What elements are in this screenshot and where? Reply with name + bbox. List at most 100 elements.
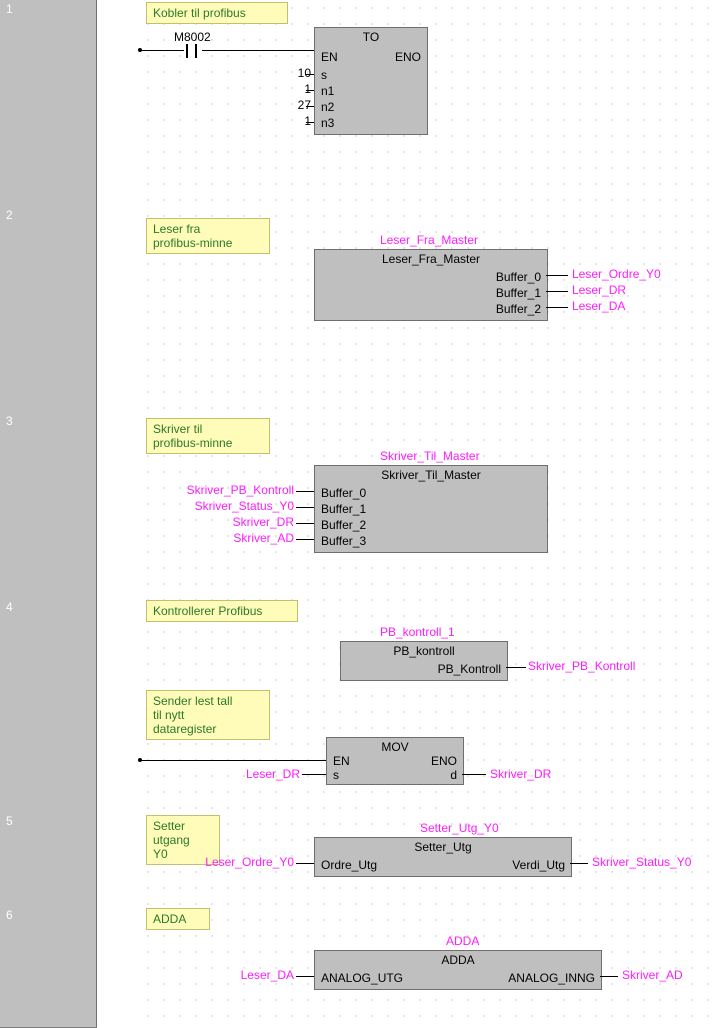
pin-s2: s bbox=[333, 768, 339, 782]
pin-buffer1: Buffer_1 bbox=[496, 286, 541, 300]
pin-en: EN bbox=[321, 50, 338, 64]
pin-b0: Buffer_0 bbox=[321, 486, 366, 500]
pin-b1: Buffer_1 bbox=[321, 502, 366, 516]
rail-2 bbox=[96, 206, 141, 412]
wire bbox=[296, 976, 314, 977]
block-r3-type: Skriver_Til_Master bbox=[315, 466, 547, 485]
link-skriver-status-y0: Skriver_Status_Y0 bbox=[178, 499, 294, 513]
val-n1: 1 bbox=[293, 82, 311, 96]
pin-analog-utg: ANALOG_UTG bbox=[321, 971, 403, 985]
instance-r4a: PB_kontroll_1 bbox=[380, 625, 455, 639]
wire bbox=[306, 106, 314, 107]
block-setter-utg[interactable]: Setter_Utg Ordre_Utg Verdi_Utg bbox=[314, 837, 572, 877]
link-pb-kontroll-out: Skriver_PB_Kontroll bbox=[528, 659, 635, 673]
link-skriver-ad: Skriver_AD bbox=[178, 531, 294, 545]
pin-s: s bbox=[321, 68, 327, 82]
link-r6-out: Skriver_AD bbox=[622, 968, 683, 982]
pin-buffer2: Buffer_2 bbox=[496, 302, 541, 316]
instance-r2: Leser_Fra_Master bbox=[380, 233, 478, 247]
rung-number-4: 4 bbox=[0, 598, 97, 813]
rung-number-5: 5 bbox=[0, 812, 97, 907]
rung-number-1: 1 bbox=[0, 0, 97, 207]
pin-n1: n1 bbox=[321, 84, 334, 98]
pin-analog-inng: ANALOG_INNG bbox=[508, 971, 595, 985]
comment-r6: ADDA bbox=[146, 908, 210, 930]
pin-en2: EN bbox=[333, 754, 350, 768]
wire bbox=[296, 507, 314, 508]
wire bbox=[306, 122, 314, 123]
wire bbox=[306, 90, 314, 91]
pin-eno2: ENO bbox=[431, 754, 457, 768]
link-leser-dr: Leser_DR bbox=[572, 283, 626, 297]
wire bbox=[302, 774, 326, 775]
pin-ordre-utg: Ordre_Utg bbox=[321, 858, 377, 872]
link-r5-out: Skriver_Status_Y0 bbox=[592, 855, 691, 869]
instance-r5: Setter_Utg_Y0 bbox=[420, 821, 499, 835]
wire bbox=[202, 50, 314, 51]
link-leser-da: Leser_DA bbox=[572, 299, 625, 313]
wire bbox=[546, 307, 568, 308]
block-mov[interactable]: MOV EN ENO s d bbox=[326, 737, 464, 785]
wire bbox=[296, 539, 314, 540]
block-pb-kontroll[interactable]: PB_kontroll PB_Kontroll bbox=[340, 641, 508, 681]
block-to[interactable]: TO EN ENO s n1 n2 n3 bbox=[314, 27, 428, 135]
rail-3 bbox=[96, 412, 141, 598]
node bbox=[138, 758, 142, 762]
pin-verdi-utg: Verdi_Utg bbox=[512, 858, 565, 872]
rail-1 bbox=[96, 0, 141, 206]
comment-r4a: Kontrollerer Profibus bbox=[146, 600, 298, 622]
comment-r4b: Sender lest tall til nytt dataregister bbox=[146, 690, 270, 740]
val-s: 10 bbox=[293, 66, 311, 80]
link-skriver-pb-kontroll: Skriver_PB_Kontroll bbox=[178, 483, 294, 497]
pin-n2: n2 bbox=[321, 100, 334, 114]
wire bbox=[546, 291, 568, 292]
block-r2-type: Leser_Fra_Master bbox=[315, 250, 547, 269]
link-mov-d: Skriver_DR bbox=[490, 767, 551, 781]
val-n3: 1 bbox=[293, 114, 311, 128]
wire bbox=[462, 774, 486, 775]
block-r4a-type: PB_kontroll bbox=[341, 642, 507, 661]
wire bbox=[600, 976, 618, 977]
link-mov-s: Leser_DR bbox=[244, 767, 300, 781]
instance-r6: ADDA bbox=[446, 934, 479, 948]
rail-4 bbox=[96, 598, 141, 812]
pin-d2: d bbox=[450, 768, 457, 782]
rung-number-2: 2 bbox=[0, 206, 97, 413]
val-n2: 27 bbox=[293, 98, 311, 112]
wire bbox=[506, 667, 526, 668]
wire bbox=[546, 275, 568, 276]
pin-pb-kontroll: PB_Kontroll bbox=[438, 662, 501, 676]
comment-r2: Leser fra profibus-minne bbox=[146, 218, 270, 254]
rung-number-6: 6 bbox=[0, 906, 97, 1028]
block-r6-type: ADDA bbox=[315, 951, 601, 970]
instance-r3: Skriver_Til_Master bbox=[380, 449, 480, 463]
rung-number-3: 3 bbox=[0, 412, 97, 599]
rail-6 bbox=[96, 906, 141, 1027]
wire bbox=[296, 491, 314, 492]
block-leser-fra-master[interactable]: Leser_Fra_Master Buffer_0 Buffer_1 Buffe… bbox=[314, 249, 548, 321]
pin-n3: n3 bbox=[321, 116, 334, 130]
pin-buffer0: Buffer_0 bbox=[496, 270, 541, 284]
link-r6-in: Leser_DA bbox=[228, 968, 294, 982]
pin-b2: Buffer_2 bbox=[321, 518, 366, 532]
pin-b3: Buffer_3 bbox=[321, 534, 366, 548]
wire bbox=[140, 50, 184, 51]
block-skriver-til-master[interactable]: Skriver_Til_Master Buffer_0 Buffer_1 Buf… bbox=[314, 465, 548, 553]
link-r5-in: Leser_Ordre_Y0 bbox=[190, 855, 294, 869]
link-skriver-dr: Skriver_DR bbox=[178, 515, 294, 529]
contact-label-m8002: M8002 bbox=[174, 30, 211, 44]
wire bbox=[296, 863, 314, 864]
link-leser-ordre-y0: Leser_Ordre_Y0 bbox=[572, 267, 661, 281]
pin-eno: ENO bbox=[395, 50, 421, 64]
rail-5 bbox=[96, 812, 141, 906]
block-adda[interactable]: ADDA ANALOG_UTG ANALOG_INNG bbox=[314, 950, 602, 990]
node bbox=[138, 48, 142, 52]
block-r5-type: Setter_Utg bbox=[315, 838, 571, 857]
wire bbox=[140, 760, 326, 761]
block-to-title: TO bbox=[315, 28, 427, 47]
comment-r1: Kobler til profibus bbox=[146, 2, 288, 24]
wire bbox=[570, 863, 588, 864]
wire bbox=[306, 74, 314, 75]
comment-r3: Skriver til profibus-minne bbox=[146, 418, 270, 454]
contact-m8002[interactable] bbox=[183, 44, 203, 58]
